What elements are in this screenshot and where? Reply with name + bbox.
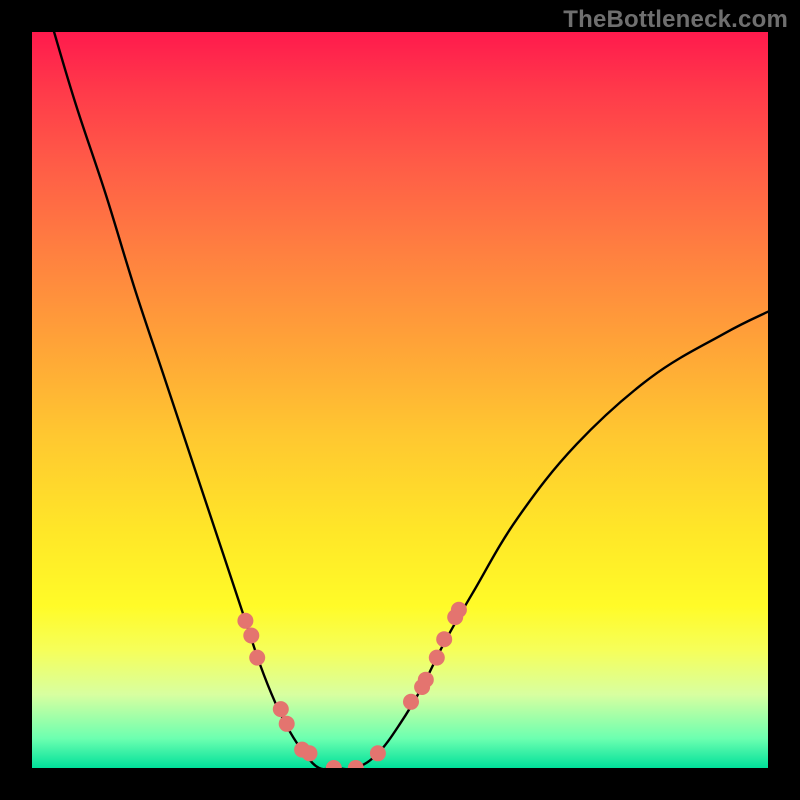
marker-dot bbox=[429, 650, 445, 666]
bottleneck-curve bbox=[54, 32, 768, 768]
marker-dot bbox=[243, 628, 259, 644]
marker-dot bbox=[302, 745, 318, 761]
marker-dot bbox=[348, 760, 364, 768]
marker-dot bbox=[237, 613, 253, 629]
marker-dot bbox=[370, 745, 386, 761]
marker-dot bbox=[418, 672, 434, 688]
marker-dot bbox=[403, 694, 419, 710]
watermark-text: TheBottleneck.com bbox=[563, 6, 788, 34]
highlight-markers bbox=[237, 602, 467, 768]
chart-overlay bbox=[32, 32, 768, 768]
marker-dot bbox=[279, 716, 295, 732]
marker-dot bbox=[249, 650, 265, 666]
marker-dot bbox=[273, 701, 289, 717]
marker-dot bbox=[326, 760, 342, 768]
marker-dot bbox=[436, 631, 452, 647]
plot-area bbox=[32, 32, 768, 768]
marker-dot bbox=[451, 602, 467, 618]
chart-frame: TheBottleneck.com bbox=[0, 0, 800, 800]
